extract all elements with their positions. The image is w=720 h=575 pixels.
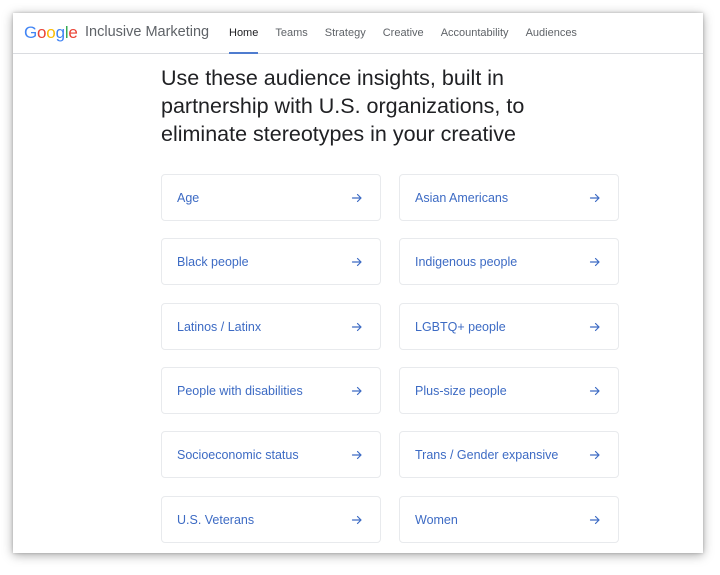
logo-letter: e bbox=[68, 23, 78, 42]
audience-card[interactable]: Black people bbox=[161, 238, 381, 285]
audience-card[interactable]: LGBTQ+ people bbox=[399, 303, 619, 350]
google-logo[interactable]: Google bbox=[24, 23, 78, 43]
arrow-right-icon bbox=[351, 386, 362, 396]
audience-card-label: Trans / Gender expansive bbox=[415, 448, 559, 462]
main-nav: Home Teams Strategy Creative Accountabil… bbox=[229, 13, 594, 54]
audience-card-label: Socioeconomic status bbox=[177, 448, 299, 462]
nav-creative[interactable]: Creative bbox=[383, 13, 424, 53]
arrow-right-icon bbox=[589, 193, 600, 203]
arrow-right-icon bbox=[351, 257, 362, 267]
nav-home[interactable]: Home bbox=[229, 13, 259, 54]
audience-card[interactable]: Asian Americans bbox=[399, 174, 619, 221]
audience-card[interactable]: Indigenous people bbox=[399, 238, 619, 285]
arrow-right-icon bbox=[351, 515, 362, 525]
arrow-right-icon bbox=[351, 322, 362, 332]
page-headline: Use these audience insights, built in pa… bbox=[161, 66, 525, 146]
audience-card-label: Age bbox=[177, 191, 200, 205]
audience-card-label: Women bbox=[415, 513, 458, 527]
arrow-right-icon bbox=[589, 386, 600, 396]
audience-card-label: Black people bbox=[177, 255, 249, 269]
audience-card[interactable]: Socioeconomic status bbox=[161, 431, 381, 478]
audience-card-label: U.S. Veterans bbox=[177, 513, 255, 527]
arrow-right-icon bbox=[351, 450, 362, 460]
logo-letter: G bbox=[24, 23, 38, 42]
nav-teams[interactable]: Teams bbox=[275, 13, 307, 53]
arrow-right-icon bbox=[351, 193, 362, 203]
audience-card-label: Plus-size people bbox=[415, 384, 507, 398]
arrow-right-icon bbox=[589, 450, 600, 460]
nav-audiences[interactable]: Audiences bbox=[526, 13, 577, 53]
audience-card[interactable]: Age bbox=[161, 174, 381, 221]
audience-card-label: LGBTQ+ people bbox=[415, 320, 506, 334]
nav-accountability[interactable]: Accountability bbox=[441, 13, 509, 53]
audience-card-label: Latinos / Latinx bbox=[177, 320, 262, 334]
audience-card[interactable]: Latinos / Latinx bbox=[161, 303, 381, 350]
audience-card-label: Asian Americans bbox=[415, 191, 509, 205]
nav-strategy[interactable]: Strategy bbox=[325, 13, 366, 53]
site-title[interactable]: Inclusive Marketing bbox=[85, 24, 209, 40]
audience-card[interactable]: Plus-size people bbox=[399, 367, 619, 414]
audience-card[interactable]: Trans / Gender expansive bbox=[399, 431, 619, 478]
logo-letter: o bbox=[46, 23, 56, 42]
audience-card-label: Indigenous people bbox=[415, 255, 518, 269]
browser-window: Google Inclusive Marketing Home Teams St… bbox=[13, 13, 703, 553]
arrow-right-icon bbox=[589, 257, 600, 267]
audience-card[interactable]: U.S. Veterans bbox=[161, 496, 381, 543]
audience-card[interactable]: Women bbox=[399, 496, 619, 543]
arrow-right-icon bbox=[589, 515, 600, 525]
logo-letter: g bbox=[55, 23, 65, 42]
site-header: Google Inclusive Marketing Home Teams St… bbox=[13, 13, 703, 54]
arrow-right-icon bbox=[589, 322, 600, 332]
audience-card-label: People with disabilities bbox=[177, 384, 303, 398]
audience-card[interactable]: People with disabilities bbox=[161, 367, 381, 414]
logo-letter: o bbox=[37, 23, 47, 42]
